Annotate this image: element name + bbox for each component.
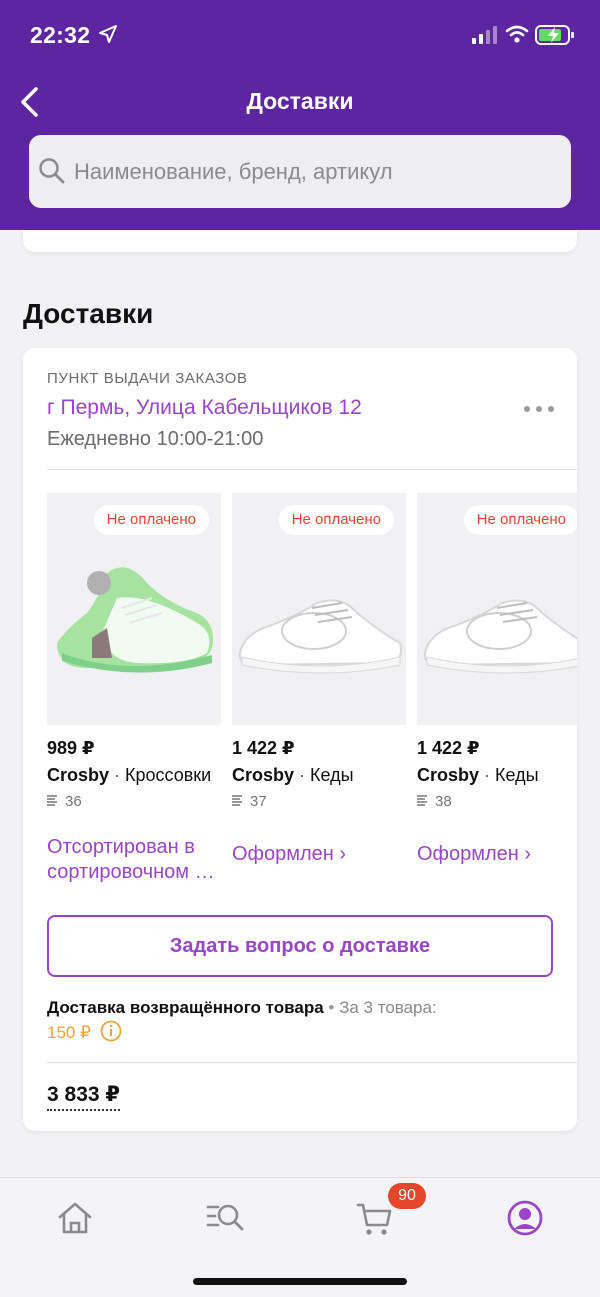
product-size: 37 [232, 793, 267, 810]
delivery-status-line-2: сортировочном центре [47, 861, 223, 883]
wifi-icon [505, 25, 529, 43]
ask-delivery-question-button[interactable]: Задать вопрос о доставке [47, 915, 553, 977]
pickup-address-link[interactable]: г Пермь, Улица Кабельщиков 12 [47, 396, 362, 420]
cart-icon[interactable] [355, 1198, 395, 1238]
product-brand: Crosby [417, 765, 480, 785]
search-icon [39, 158, 65, 184]
more-options-icon[interactable] [523, 404, 555, 414]
size-lines-icon [232, 795, 242, 806]
sneaker-image [57, 567, 213, 673]
payment-status-badge: Не оплачено [93, 505, 209, 535]
delivery-status-link[interactable]: Отсортирован в сортировочном центре [47, 835, 223, 885]
cart-count-badge: 90 [388, 1183, 426, 1209]
product-image[interactable]: Не оплачено [417, 493, 577, 725]
page-title: Доставки [246, 88, 354, 114]
size-lines-icon [417, 795, 427, 806]
sneaker-image [238, 599, 402, 674]
divider [47, 1062, 577, 1063]
pickup-hours: Ежедневно 10:00-21:00 [47, 428, 264, 450]
product-size: 38 [417, 793, 452, 810]
return-delivery-info: Доставка возвращённого товара • За 3 тов… [47, 996, 527, 1045]
section-title: Доставки [23, 298, 154, 329]
catalog-search-icon[interactable] [205, 1198, 245, 1238]
delivery-total[interactable]: 3 833 ₽ [47, 1082, 120, 1111]
product-name: Crosby · Кроссовки [47, 765, 212, 785]
delivery-status-link[interactable]: Оформлен › [417, 842, 577, 867]
delivery-status-link[interactable]: Оформлен › [232, 842, 408, 867]
product-title: Кеды [495, 765, 539, 785]
product-title: Кроссовки [125, 765, 212, 785]
return-delivery-price: 150 ₽ [47, 1023, 91, 1042]
cellular-signal-icon [472, 26, 497, 44]
delivery-status-line-1: Отсортирован в [47, 836, 195, 858]
home-icon[interactable] [55, 1198, 95, 1238]
product-price: 1 422 ₽ [232, 738, 295, 758]
product-price: 1 422 ₽ [417, 738, 480, 758]
info-icon[interactable] [100, 1020, 122, 1042]
return-delivery-title: Доставка возвращённого товара [47, 998, 324, 1017]
product-image[interactable]: Не оплачено [47, 493, 221, 725]
product-image[interactable]: Не оплачено [232, 493, 406, 725]
product-brand: Crosby [232, 765, 295, 785]
product-title: Кеды [310, 765, 354, 785]
home-indicator[interactable] [193, 1278, 407, 1285]
product-name: Crosby · Кеды [232, 765, 354, 785]
payment-status-badge: Не оплачено [463, 505, 577, 535]
status-bar: 22:32 [0, 0, 600, 70]
previous-card-bottom [23, 230, 577, 252]
pickup-point-label: ПУНКТ ВЫДАЧИ ЗАКАЗОВ [47, 370, 248, 387]
return-separator: • [328, 998, 335, 1017]
location-arrow-icon [99, 25, 117, 43]
size-lines-icon [47, 795, 57, 806]
profile-icon[interactable] [505, 1198, 545, 1238]
status-time: 22:32 [30, 22, 91, 48]
product-price: 989 ₽ [47, 738, 95, 758]
product-size: 36 [47, 793, 82, 810]
delivery-card: ПУНКТ ВЫДАЧИ ЗАКАЗОВ г Пермь, Улица Кабе… [23, 348, 577, 1131]
product-name: Crosby · Кеды [417, 765, 539, 785]
sneaker-image [423, 599, 577, 674]
return-item-count: За 3 товара: [339, 998, 437, 1017]
search-placeholder: Наименование, бренд, артикул [74, 159, 393, 184]
payment-status-badge: Не оплачено [278, 505, 394, 535]
divider [47, 469, 577, 470]
battery-charging-icon [535, 25, 574, 45]
product-brand: Crosby [47, 765, 110, 785]
